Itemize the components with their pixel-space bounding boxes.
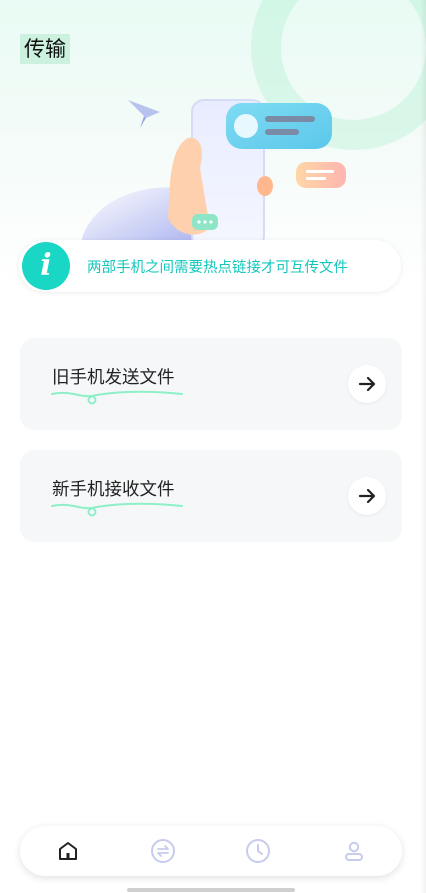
user-icon bbox=[345, 841, 363, 861]
squiggle-decoration bbox=[51, 390, 183, 405]
info-text: 两部手机之间需要热点链接才可互传文件 bbox=[87, 260, 348, 276]
paper-plane-icon bbox=[128, 100, 160, 118]
info-banner: i 两部手机之间需要热点链接才可互传文件 bbox=[19, 240, 401, 292]
page-title: 传输 bbox=[20, 34, 70, 64]
clock-icon bbox=[246, 839, 270, 863]
squiggle-decoration bbox=[51, 502, 183, 517]
info-icon: i bbox=[22, 242, 70, 290]
arrow-right-icon bbox=[358, 488, 376, 504]
receive-files-label: 新手机接收文件 bbox=[52, 480, 175, 500]
bottom-tab-bar bbox=[20, 826, 402, 876]
tab-history[interactable] bbox=[245, 838, 271, 864]
send-files-label: 旧手机发送文件 bbox=[52, 368, 175, 388]
arrow-right-icon bbox=[358, 376, 376, 392]
receive-files-arrow-button[interactable] bbox=[348, 477, 386, 515]
home-indicator bbox=[127, 888, 295, 892]
send-files-arrow-button[interactable] bbox=[348, 365, 386, 403]
send-files-card[interactable]: 旧手机发送文件 bbox=[20, 338, 402, 430]
phone-illustration bbox=[80, 99, 346, 248]
home-icon bbox=[59, 842, 77, 860]
transfer-icon bbox=[151, 839, 175, 863]
receive-files-card[interactable]: 新手机接收文件 bbox=[20, 450, 402, 542]
tab-home[interactable] bbox=[55, 838, 81, 864]
tab-profile[interactable] bbox=[341, 838, 367, 864]
tab-transfer[interactable] bbox=[150, 838, 176, 864]
transfer-screen: 传输 i 两部手机之间需要热点链接才可互传文件 旧手机发送文件 新手机接收文件 bbox=[0, 0, 426, 893]
